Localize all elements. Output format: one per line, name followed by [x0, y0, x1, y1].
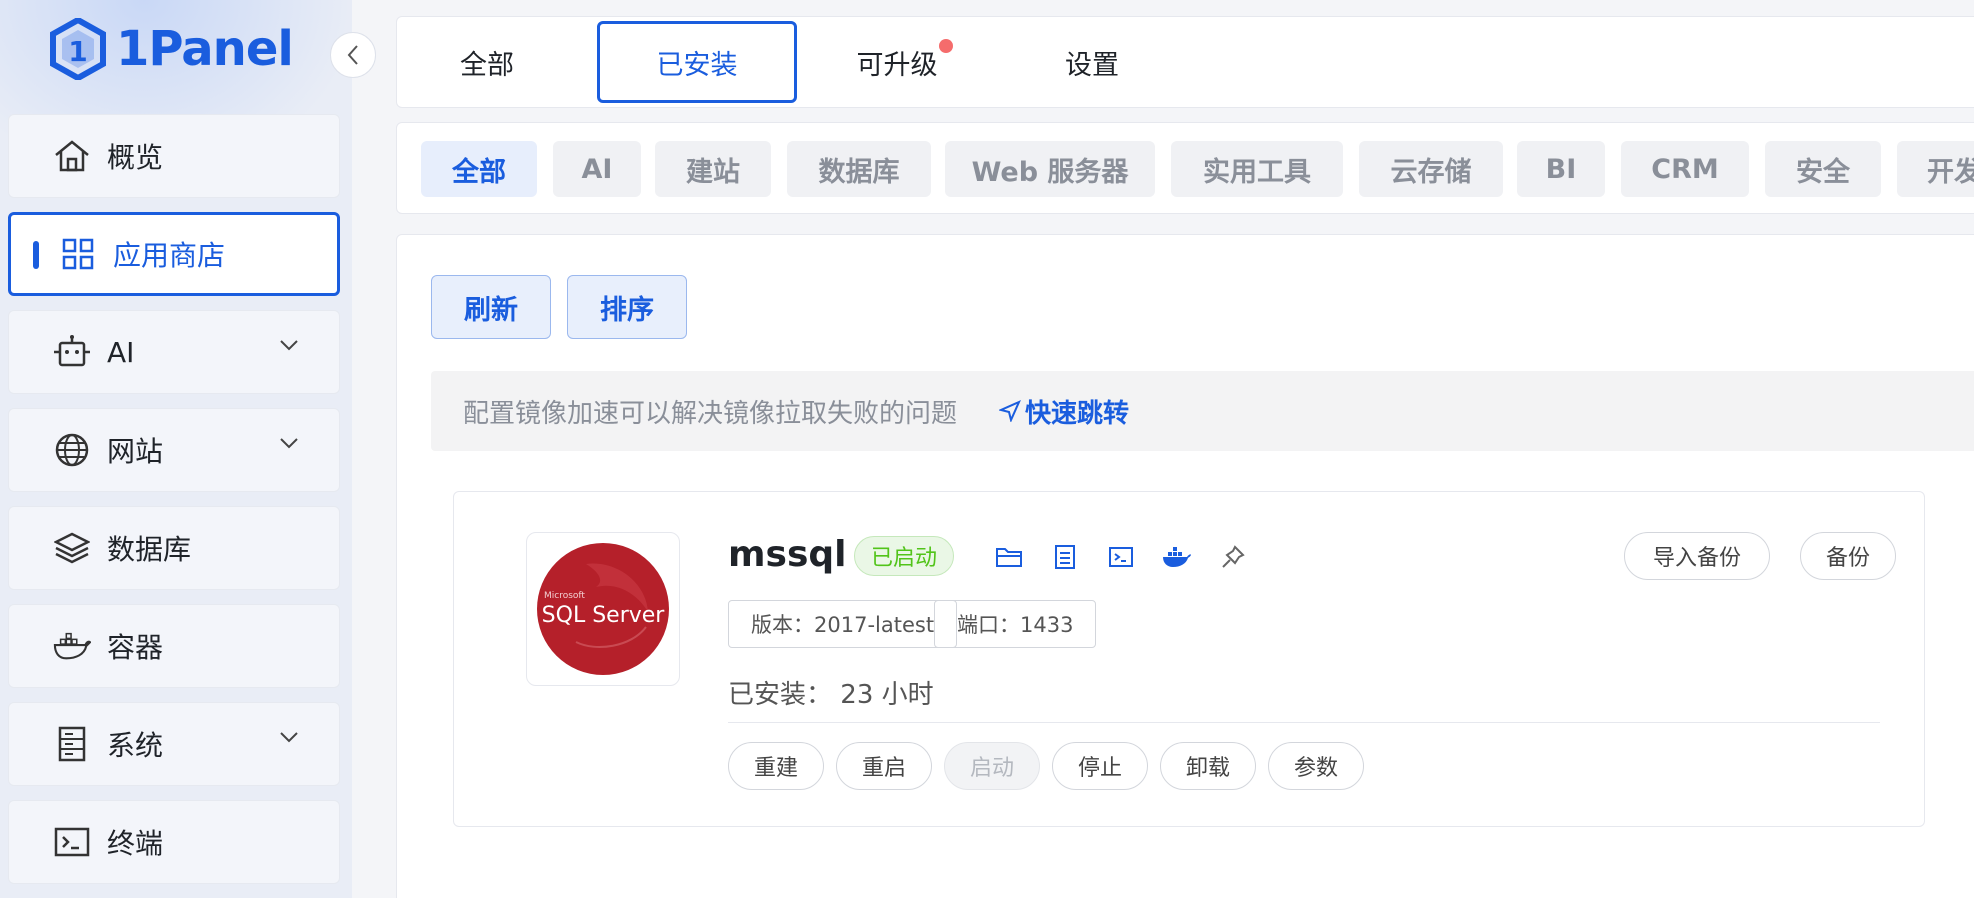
- sidebar-item-system[interactable]: 系统: [8, 702, 340, 786]
- 1panel-logo-icon: 1: [50, 18, 106, 80]
- sidebar-item-database[interactable]: 数据库: [8, 506, 340, 590]
- port-tag: 端口：1433: [934, 600, 1097, 648]
- robot-icon: [53, 333, 91, 371]
- installed-label: 已安装：: [728, 680, 833, 710]
- sql-server-logo-icon: Microsoft SQL Server: [537, 543, 669, 675]
- quick-jump-link[interactable]: 快速跳转: [999, 393, 1129, 430]
- tab-installed[interactable]: 已安装: [597, 21, 797, 103]
- category-dev[interactable]: 开发: [1897, 141, 1974, 197]
- notice-text: 配置镜像加速可以解决镜像拉取失败的问题: [463, 398, 958, 429]
- document-icon[interactable]: [1050, 542, 1080, 572]
- docker-icon: [53, 627, 91, 665]
- sort-button[interactable]: 排序: [567, 275, 687, 339]
- app-card[interactable]: Microsoft SQL Server mssql 已启动 导入备份 备份 版…: [453, 491, 1925, 827]
- sidebar-item-label: 容器: [107, 631, 164, 664]
- active-indicator: [33, 241, 39, 269]
- category-cloud-storage[interactable]: 云存储: [1359, 141, 1503, 197]
- installed-time: 已安装： 23 小时: [728, 674, 934, 711]
- params-button[interactable]: 参数: [1268, 742, 1364, 790]
- content-panel: 刷新 排序 配置镜像加速可以解决镜像拉取失败的问题 快速跳转 Microsoft…: [396, 234, 1974, 898]
- uninstall-button[interactable]: 卸载: [1160, 742, 1256, 790]
- mirror-notice: 配置镜像加速可以解决镜像拉取失败的问题 快速跳转: [431, 371, 1974, 451]
- version-tag: 版本：2017-latest: [728, 600, 958, 648]
- chevron-down-icon: [280, 438, 298, 449]
- logo-brand-text: Microsoft: [544, 591, 585, 601]
- category-tools[interactable]: 实用工具: [1171, 141, 1343, 197]
- sidebar-item-overview[interactable]: 概览: [8, 114, 340, 198]
- sidebar-item-label: AI: [107, 335, 135, 369]
- sidebar-item-label: 系统: [107, 729, 164, 762]
- sidebar-item-terminal[interactable]: 终端: [8, 800, 340, 884]
- sidebar-menu: 概览 应用商店 AI 网站 数据库 容器 系统 终端: [8, 114, 340, 898]
- category-web-server[interactable]: Web 服务器: [945, 141, 1155, 197]
- sidebar-item-label: 概览: [107, 141, 164, 174]
- sidebar-item-label: 网站: [107, 435, 164, 468]
- tab-upgradable[interactable]: 可升级: [837, 21, 957, 103]
- brand-name: 1Panel: [116, 21, 294, 77]
- main-area: 全部 已安装 可升级 设置 全部 AI 建站 数据库 Web 服务器 实用工具 …: [352, 0, 1974, 898]
- sidebar-item-label: 应用商店: [113, 239, 226, 272]
- rebuild-button[interactable]: 重建: [728, 742, 824, 790]
- category-bi[interactable]: BI: [1517, 141, 1605, 197]
- server-icon: [53, 725, 91, 763]
- category-website[interactable]: 建站: [655, 141, 771, 197]
- upgrade-badge: [939, 39, 953, 53]
- folder-icon[interactable]: [994, 542, 1024, 572]
- sidebar-item-app-store[interactable]: 应用商店: [8, 212, 340, 296]
- brand-logo[interactable]: 1 1Panel: [50, 18, 294, 80]
- import-backup-button[interactable]: 导入备份: [1624, 532, 1770, 580]
- stop-button[interactable]: 停止: [1052, 742, 1148, 790]
- docker-icon[interactable]: [1162, 542, 1192, 572]
- category-ai[interactable]: AI: [553, 141, 641, 197]
- sidebar-item-container[interactable]: 容器: [8, 604, 340, 688]
- sidebar-item-label: 数据库: [107, 533, 192, 566]
- installed-value: 23 小时: [840, 680, 934, 710]
- tabs-panel: 全部 已安装 可升级 设置: [396, 16, 1974, 108]
- tab-all[interactable]: 全部: [437, 21, 537, 103]
- category-database[interactable]: 数据库: [787, 141, 931, 197]
- home-icon: [53, 137, 91, 175]
- chevron-left-icon: [347, 45, 358, 65]
- sidebar-collapse-button[interactable]: [330, 32, 376, 78]
- terminal-icon[interactable]: [1106, 542, 1136, 572]
- pin-icon[interactable]: [1218, 542, 1248, 572]
- sidebar-item-website[interactable]: 网站: [8, 408, 340, 492]
- status-badge: 已启动: [854, 536, 955, 576]
- category-crm[interactable]: CRM: [1621, 141, 1749, 197]
- divider: [728, 722, 1880, 723]
- logo-product-text: SQL Server: [542, 603, 666, 628]
- app-name: mssql: [728, 534, 847, 575]
- grid-icon: [59, 235, 97, 273]
- start-button[interactable]: 启动: [944, 742, 1040, 790]
- category-all[interactable]: 全部: [421, 141, 537, 197]
- backup-button[interactable]: 备份: [1800, 532, 1896, 580]
- category-panel: 全部 AI 建站 数据库 Web 服务器 实用工具 云存储 BI CRM 安全 …: [396, 122, 1974, 214]
- app-logo: Microsoft SQL Server: [526, 532, 680, 686]
- layers-icon: [53, 529, 91, 567]
- restart-button[interactable]: 重启: [836, 742, 932, 790]
- terminal-icon: [53, 823, 91, 861]
- chevron-down-icon: [280, 340, 298, 351]
- tab-settings[interactable]: 设置: [1037, 21, 1147, 103]
- navigation-icon: [999, 400, 1021, 422]
- sidebar-item-ai[interactable]: AI: [8, 310, 340, 394]
- svg-text:1: 1: [68, 35, 87, 68]
- sidebar-item-label: 终端: [107, 827, 164, 860]
- category-security[interactable]: 安全: [1765, 141, 1881, 197]
- chevron-down-icon: [280, 732, 298, 743]
- refresh-button[interactable]: 刷新: [431, 275, 551, 339]
- globe-icon: [53, 431, 91, 469]
